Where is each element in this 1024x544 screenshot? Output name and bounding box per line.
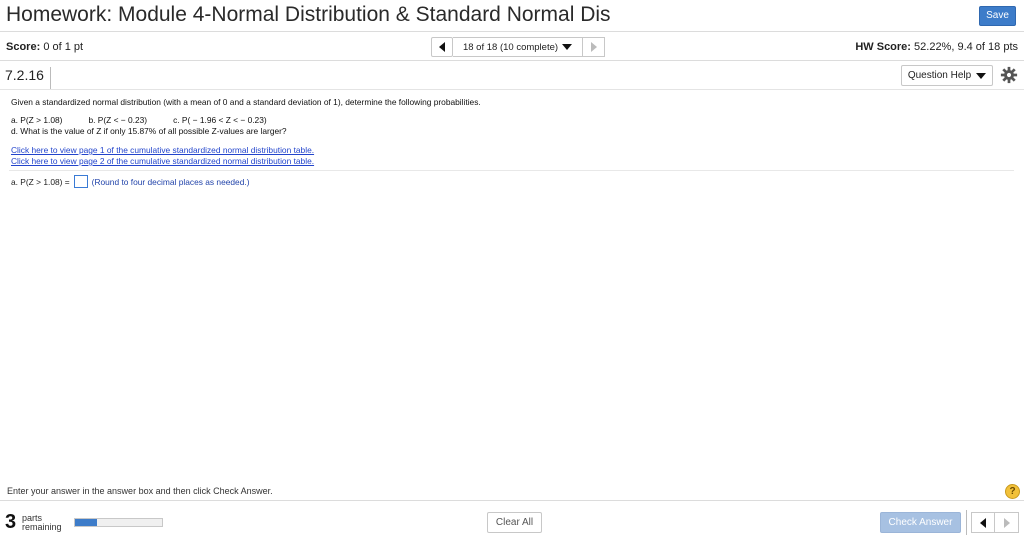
footer: 3 parts remaining Clear All Check Answer bbox=[0, 502, 1024, 544]
chevron-right-icon bbox=[590, 42, 597, 52]
answer-line: a. P(Z > 1.08) = (Round to four decimal … bbox=[11, 175, 249, 188]
hw-score: HW Score: 52.22%, 9.4 of 18 pts bbox=[855, 41, 1018, 53]
score-label: Score: bbox=[6, 41, 41, 53]
question-number: 7.2.16 bbox=[5, 67, 51, 89]
question-help-button[interactable]: Question Help bbox=[901, 65, 993, 86]
divider bbox=[966, 510, 967, 535]
question-help-label: Question Help bbox=[907, 70, 972, 81]
part-b: b. P(Z < − 0.23) bbox=[88, 115, 148, 125]
table-page-1-link[interactable]: Click here to view page 1 of the cumulat… bbox=[11, 145, 1011, 156]
divider bbox=[9, 170, 1014, 171]
parts-remaining-label: parts remaining bbox=[22, 514, 62, 532]
part-a: a. P(Z > 1.08) bbox=[11, 115, 63, 125]
question-navigator: 18 of 18 (10 complete) bbox=[431, 37, 605, 57]
chevron-left-icon bbox=[980, 517, 986, 528]
part-c: c. P( − 1.96 < Z < − 0.23) bbox=[173, 115, 267, 125]
score-bar: Score: 0 of 1 pt 18 of 18 (10 complete) … bbox=[0, 33, 1024, 61]
save-button[interactable]: Save bbox=[979, 6, 1016, 26]
progress-fill bbox=[75, 519, 97, 526]
question-intro: Given a standardized normal distribution… bbox=[11, 97, 481, 107]
table-links: Click here to view page 1 of the cumulat… bbox=[11, 145, 1011, 167]
chevron-right-icon bbox=[1003, 517, 1010, 528]
hw-score-value: 52.22%, 9.4 of 18 pts bbox=[914, 41, 1018, 53]
next-part-button[interactable] bbox=[995, 512, 1019, 533]
answer-prompt: a. P(Z > 1.08) = bbox=[11, 176, 70, 187]
part-d: d. What is the value of Z if only 15.87%… bbox=[11, 126, 287, 136]
clear-all-button[interactable]: Clear All bbox=[487, 512, 542, 533]
question-parts: a. P(Z > 1.08) b. P(Z < − 0.23) c. P( − … bbox=[11, 115, 1011, 125]
answer-hint: (Round to four decimal places as needed.… bbox=[91, 176, 250, 187]
hw-score-label: HW Score: bbox=[855, 41, 911, 53]
question-select-text: 18 of 18 (10 complete) bbox=[462, 41, 559, 53]
page-title: Homework: Module 4-Normal Distribution &… bbox=[6, 3, 611, 26]
answer-input[interactable] bbox=[73, 175, 88, 188]
title-bar: Homework: Module 4-Normal Distribution &… bbox=[0, 0, 1024, 32]
gear-icon[interactable] bbox=[1000, 66, 1018, 84]
next-question-button[interactable] bbox=[583, 37, 605, 57]
check-answer-button[interactable]: Check Answer bbox=[880, 512, 961, 533]
instruction-text: Enter your answer in the answer box and … bbox=[7, 486, 273, 496]
table-page-2-link[interactable]: Click here to view page 2 of the cumulat… bbox=[11, 156, 1011, 167]
question-select-dropdown[interactable]: 18 of 18 (10 complete) bbox=[453, 37, 583, 57]
parts-label-line-2: remaining bbox=[22, 522, 62, 532]
dropdown-arrow-icon bbox=[976, 72, 987, 79]
dropdown-arrow-icon bbox=[562, 44, 573, 50]
help-icon[interactable]: ? bbox=[1005, 484, 1020, 499]
chevron-left-icon bbox=[439, 42, 445, 52]
question-header: 7.2.16 Question Help bbox=[0, 62, 1024, 90]
instruction-bar: Enter your answer in the answer box and … bbox=[0, 481, 1024, 501]
parts-remaining-count: 3 bbox=[5, 511, 17, 533]
score-value: 0 of 1 pt bbox=[43, 41, 84, 53]
score: Score: 0 of 1 pt bbox=[6, 41, 83, 53]
parts-progress-bar bbox=[74, 518, 163, 527]
previous-part-button[interactable] bbox=[971, 512, 995, 533]
previous-question-button[interactable] bbox=[431, 37, 453, 57]
question-body: Given a standardized normal distribution… bbox=[11, 97, 1011, 167]
